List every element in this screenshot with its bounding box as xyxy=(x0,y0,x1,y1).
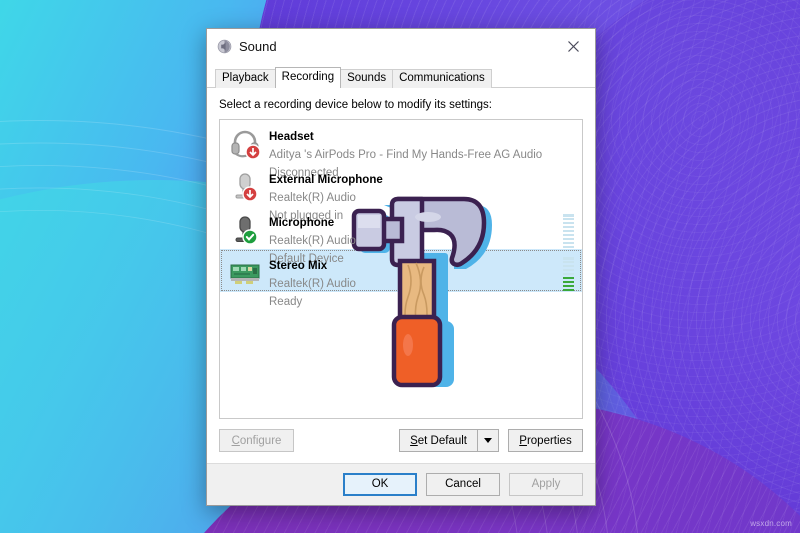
tab-sounds[interactable]: Sounds xyxy=(340,69,394,88)
tab-communications[interactable]: Communications xyxy=(392,69,492,88)
device-subtitle: Realtek(R) Audio xyxy=(269,235,356,247)
wallpaper-stripes xyxy=(570,0,800,533)
tab-playback[interactable]: Playback xyxy=(215,69,276,88)
microphone-icon xyxy=(229,213,261,245)
device-name: Stereo Mix xyxy=(269,260,328,272)
sound-dialog-window: Sound Playback Recording Sounds Communic… xyxy=(206,28,596,506)
volume-meter xyxy=(563,257,574,291)
configure-button[interactable]: Configure xyxy=(219,429,294,452)
instruction-text: Select a recording device below to modif… xyxy=(219,99,492,111)
device-row-headset[interactable]: Headset Aditya 's AirPods Pro - Find My … xyxy=(220,120,582,179)
device-name: Headset xyxy=(269,131,314,143)
recording-device-list[interactable]: Headset Aditya 's AirPods Pro - Find My … xyxy=(219,119,583,419)
device-subtitle: Aditya 's AirPods Pro - Find My Hands-Fr… xyxy=(269,149,543,161)
tab-strip: Playback Recording Sounds Communications xyxy=(215,67,595,88)
headset-icon xyxy=(229,127,261,159)
speaker-icon xyxy=(217,39,232,54)
close-icon[interactable] xyxy=(551,29,595,63)
tab-recording[interactable]: Recording xyxy=(274,67,342,88)
apply-button[interactable]: Apply xyxy=(509,472,583,496)
device-subtitle: Realtek(R) Audio xyxy=(269,192,356,204)
dialog-footer: OK Cancel Apply xyxy=(207,463,595,505)
device-row-microphone[interactable]: Microphone Realtek(R) Audio Default Devi… xyxy=(220,206,582,265)
set-default-button[interactable]: Set Default xyxy=(399,429,478,452)
title-bar: Sound xyxy=(207,29,595,63)
device-info: Stereo Mix Realtek(R) Audio Ready xyxy=(269,256,557,310)
volume-meter xyxy=(563,214,574,248)
device-row-stereo-mix[interactable]: Stereo Mix Realtek(R) Audio Ready xyxy=(220,249,582,308)
ok-button[interactable]: OK xyxy=(343,472,417,496)
dialog-body: Playback Recording Sounds Communications… xyxy=(207,63,595,505)
device-row-external-microphone[interactable]: External Microphone Realtek(R) Audio Not… xyxy=(220,163,582,222)
cancel-button[interactable]: Cancel xyxy=(426,472,500,496)
window-title: Sound xyxy=(239,38,277,54)
recording-tab-pane: Select a recording device below to modif… xyxy=(207,87,595,463)
sound-card-icon xyxy=(229,256,261,288)
properties-button[interactable]: Properties xyxy=(508,429,583,452)
set-default-split-button: Set Default xyxy=(399,429,499,452)
device-name: External Microphone xyxy=(269,174,383,186)
chevron-down-icon[interactable] xyxy=(477,429,499,452)
microphone-icon xyxy=(229,170,261,202)
device-action-row: Configure Set Default Properties xyxy=(219,419,583,463)
watermark: wsxdn.com xyxy=(750,519,792,528)
device-subtitle: Realtek(R) Audio xyxy=(269,278,356,290)
device-state: Ready xyxy=(269,296,303,308)
device-name: Microphone xyxy=(269,217,335,229)
